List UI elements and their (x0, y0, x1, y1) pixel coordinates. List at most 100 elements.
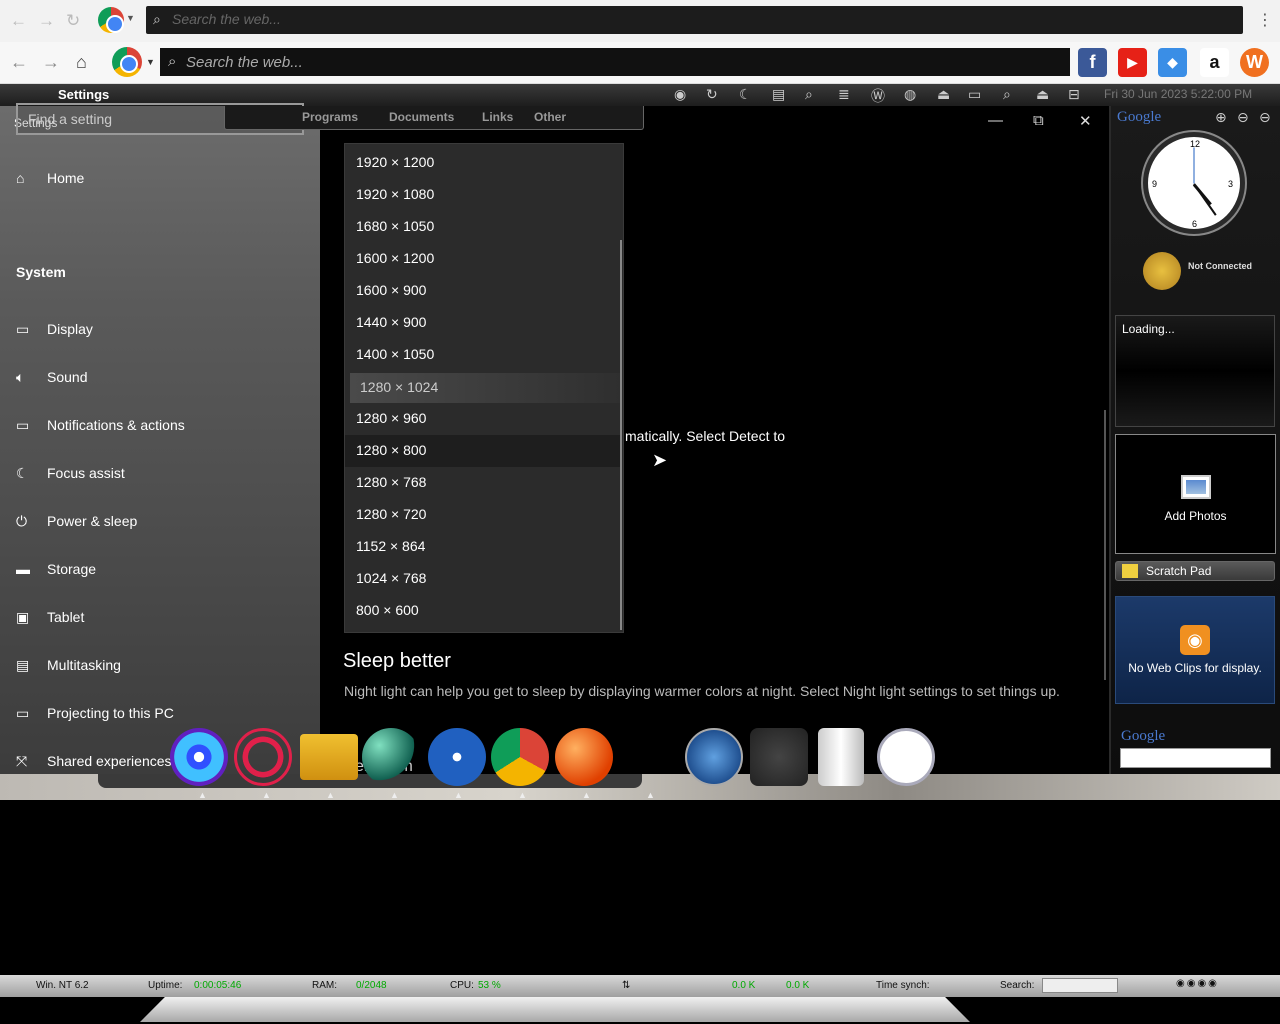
resolution-option[interactable]: 1920 × 1080 (345, 179, 621, 211)
word-icon[interactable]: Ⓦ (871, 86, 885, 106)
zoom-icon[interactable]: ⌕ (805, 86, 813, 103)
shared-icon: ⤧ (16, 753, 28, 769)
sidebar-item-label: Shared experiences (47, 753, 172, 769)
resolution-option-selected[interactable]: 1280 × 1024 (350, 373, 620, 403)
chevron-down-icon[interactable]: ▼ (126, 13, 135, 23)
toggle-icon[interactable]: ⊟ (1068, 86, 1080, 103)
add-gadget-icon[interactable]: ⊕ (1215, 109, 1227, 126)
resolution-dropdown[interactable]: 1920 × 1200 1920 × 1080 1680 × 1050 1600… (344, 143, 624, 633)
time-sync-label: Time synch: (876, 980, 930, 991)
search-input-top[interactable]: ⌕ Search the web... (146, 6, 1243, 34)
forward-icon[interactable]: → (42, 52, 60, 73)
sidebar-item-focus-assist[interactable]: ☾ Focus assist (16, 465, 125, 489)
minimize-icon[interactable]: — (988, 112, 1003, 129)
minimize-icon[interactable]: ⊖ (1259, 109, 1271, 126)
home-nav[interactable]: ⌂ Home (16, 170, 84, 186)
sidebar-item-tablet[interactable]: ▣ Tablet (16, 609, 84, 633)
dock-indicator: ▲ (198, 790, 207, 800)
opera-icon[interactable] (234, 728, 292, 786)
sidebar-item-power[interactable]: ⏻ Power & sleep (16, 513, 137, 537)
resolution-option[interactable]: 1680 × 1050 (345, 211, 621, 243)
moon-icon[interactable]: ☾ (739, 86, 752, 103)
tab-documents[interactable]: Documents (389, 110, 454, 124)
windows-start-icon[interactable] (428, 728, 486, 786)
trash-icon[interactable] (818, 728, 864, 786)
sidebar-item-label: Storage (47, 561, 97, 577)
resolution-option[interactable]: 1152 × 864 (345, 531, 621, 563)
reload-icon[interactable]: ↻ (66, 11, 80, 31)
resolution-option[interactable]: 800 × 600 (345, 595, 621, 627)
youtube-icon[interactable]: ▶ (1118, 48, 1147, 77)
resolution-option[interactable]: 1400 × 1050 (345, 339, 621, 371)
facebook-icon[interactable]: f (1078, 48, 1107, 77)
tab-other[interactable]: Other (534, 110, 566, 124)
content-scrollbar[interactable] (1104, 410, 1106, 680)
dropdown-scrollbar[interactable] (620, 240, 622, 630)
file-explorer-icon[interactable] (300, 734, 358, 780)
tab-programs[interactable]: Programs (302, 110, 358, 124)
google-logo: Google (1117, 109, 1162, 125)
resolution-option[interactable]: 1280 × 720 (345, 499, 621, 531)
back-icon[interactable]: ← (10, 11, 27, 31)
projector-icon: ▭ (16, 705, 30, 721)
sidebar-item-sound[interactable]: 🔈︎ Sound (16, 369, 87, 393)
record-icon[interactable]: ◉ (674, 86, 686, 103)
sidebar-item-multitasking[interactable]: ▤ Multitasking (16, 657, 121, 681)
close-icon[interactable]: ✕ (1079, 112, 1092, 130)
network-icon[interactable] (362, 728, 420, 786)
refresh-icon[interactable]: ↻ (706, 86, 718, 103)
search-input[interactable]: ⌕ Search the web... (160, 48, 1070, 76)
forward-icon[interactable]: → (38, 11, 55, 31)
chrome-logo-icon[interactable] (112, 47, 142, 77)
games-icon[interactable]: ◆ (1158, 48, 1187, 77)
eject-icon[interactable]: ⏏ (1036, 86, 1049, 103)
window-icon[interactable]: ▭ (968, 86, 981, 103)
resolution-option[interactable]: 1600 × 1200 (345, 243, 621, 275)
status-search-input[interactable] (1042, 978, 1118, 993)
notification-icon: ▭ (16, 417, 30, 433)
app-icon-dock-1[interactable] (170, 728, 228, 786)
photos-gadget[interactable]: Add Photos (1115, 434, 1276, 554)
web-clips-label: No Web Clips for display. (1128, 661, 1262, 675)
menu-dots-icon[interactable]: ⋮ (1257, 10, 1273, 30)
uptime-value: 0:00:05:46 (194, 980, 242, 991)
sidebar-item-notifications[interactable]: ▭ Notifications & actions (16, 417, 185, 441)
clock-app-icon[interactable] (877, 728, 935, 786)
amazon-icon[interactable]: a (1200, 48, 1229, 77)
scratch-pad-gadget[interactable]: Scratch Pad (1115, 561, 1275, 581)
resolution-option[interactable]: 1280 × 768 (345, 467, 621, 499)
w-icon[interactable]: W (1240, 48, 1269, 77)
resolution-option[interactable]: 1280 × 960 (345, 403, 621, 435)
clock-numeral: 9 (1152, 179, 1158, 189)
search-icon: ⌕ (153, 11, 161, 27)
detect-text: matically. Select Detect to (625, 428, 786, 444)
sidebar-item-projecting[interactable]: ▭ Projecting to this PC (16, 705, 174, 729)
resolution-option[interactable]: 1600 × 900 (345, 275, 621, 307)
gadget-na-icon[interactable] (750, 728, 808, 786)
spotlight-icon[interactable]: ⌕ (1003, 86, 1011, 103)
eject-icon[interactable]: ⏏ (937, 86, 950, 103)
resolution-option[interactable]: 1280 × 800 (345, 435, 621, 467)
sidebar-item-display[interactable]: ▭ Display (16, 321, 93, 345)
list-icon[interactable]: ≣ (838, 86, 850, 103)
menu-icon[interactable]: ⊖ (1237, 109, 1249, 126)
windows-icon[interactable] (685, 728, 743, 786)
restore-icon[interactable]: ⧉ (1033, 112, 1044, 129)
paint-icon[interactable] (555, 728, 613, 786)
resolution-option[interactable]: 1024 × 768 (345, 563, 621, 595)
resolution-option[interactable]: 1920 × 1200 (345, 147, 621, 179)
home-icon[interactable]: ⌂ (76, 52, 87, 73)
dock-indicator: ▲ (582, 790, 591, 800)
google-search-input[interactable] (1120, 748, 1271, 768)
chevron-down-icon[interactable]: ▼ (146, 57, 155, 67)
chrome-icon[interactable] (491, 728, 549, 786)
resolution-option[interactable]: 1440 × 900 (345, 307, 621, 339)
sidebar-item-storage[interactable]: ▬ Storage (16, 561, 96, 585)
tab-links[interactable]: Links (482, 110, 513, 124)
back-icon[interactable]: ← (10, 52, 28, 73)
chrome-logo-icon[interactable] (98, 7, 124, 33)
document-icon[interactable]: ▤ (772, 86, 785, 103)
status-controls-icon[interactable]: ◉◉◉◉ (1176, 978, 1219, 989)
clock-numeral: 3 (1228, 179, 1234, 189)
globe-icon[interactable]: ◍ (904, 86, 916, 103)
